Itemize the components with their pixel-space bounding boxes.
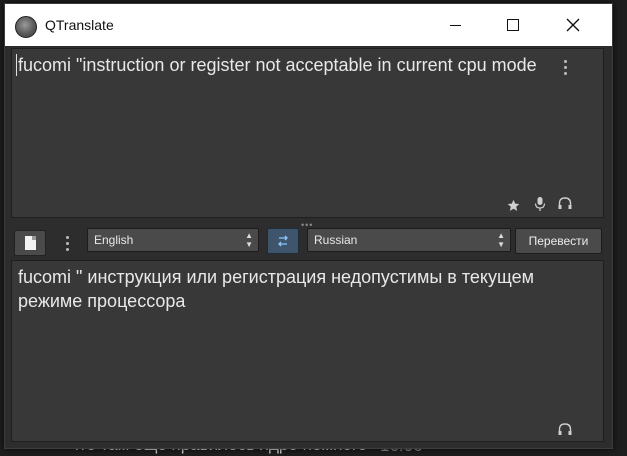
minimize-icon [449,24,461,26]
select-arrows-icon: ▲ ▼ [497,231,505,249]
toolbar-options-icon[interactable] [66,236,70,251]
target-text: fucomi " инструкция или регистрация недо… [18,267,534,311]
swap-icon [278,235,288,247]
source-options-icon[interactable] [564,60,568,75]
qtranslate-app-icon [15,16,37,38]
select-arrows-icon: ▲ ▼ [245,231,253,249]
copy-button[interactable] [14,230,46,256]
swap-languages-button[interactable] [267,228,299,254]
star-icon[interactable] [507,199,520,212]
target-language-select[interactable]: Russian ▲ ▼ [307,228,511,252]
minimize-button[interactable] [432,4,478,46]
source-language-label: English [94,233,134,247]
headphones-icon[interactable] [557,195,573,211]
translate-button[interactable]: Перевести [515,228,602,254]
source-text: fucomi "instruction or register not acce… [18,55,537,75]
microphone-icon[interactable] [533,196,547,212]
target-text-area[interactable]: fucomi " инструкция или регистрация недо… [11,260,604,442]
close-button[interactable] [550,4,596,46]
target-language-label: Russian [314,233,358,247]
headphones-icon[interactable] [557,421,573,437]
close-icon [566,18,580,32]
maximize-button[interactable] [490,4,536,46]
text-caret [16,54,17,76]
document-icon [24,236,36,250]
window-title: QTranslate [45,17,114,33]
source-text-area[interactable]: fucomi "instruction or register not acce… [11,48,604,218]
title-bar[interactable]: QTranslate [5,4,612,46]
qtranslate-window: QTranslate fucomi "instruction or regist… [4,3,613,449]
maximize-icon [507,19,519,31]
source-language-select[interactable]: English ▲ ▼ [87,228,259,252]
